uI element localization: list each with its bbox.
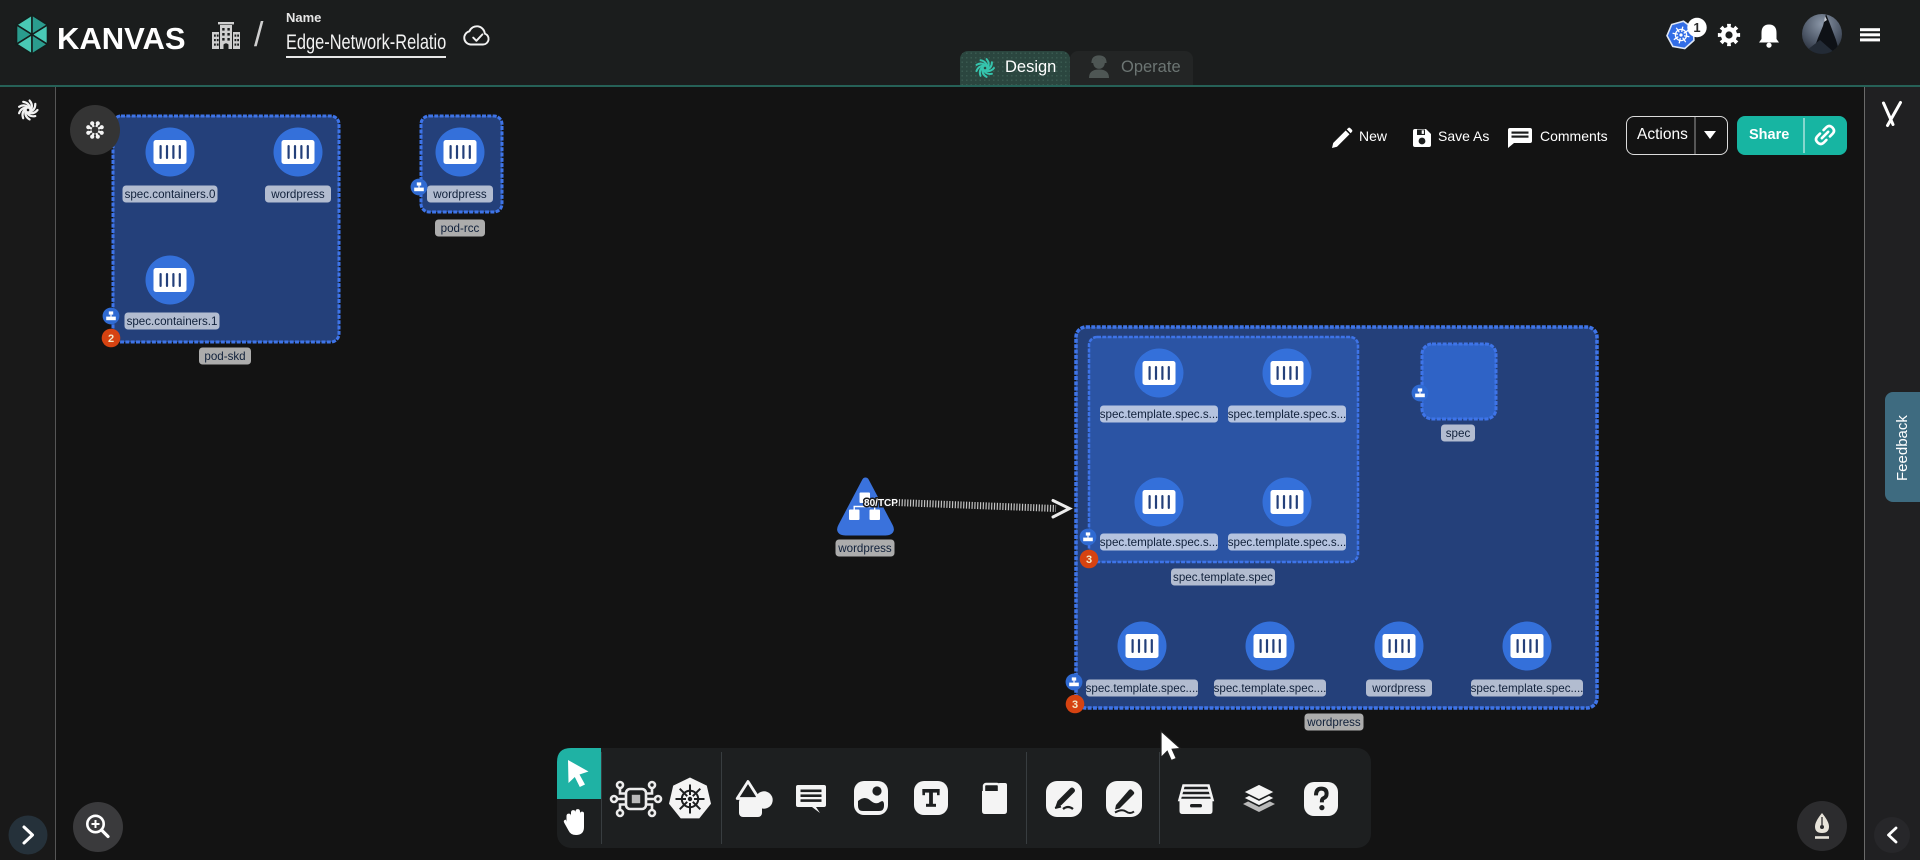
svg-text:1: 1	[1693, 20, 1700, 35]
